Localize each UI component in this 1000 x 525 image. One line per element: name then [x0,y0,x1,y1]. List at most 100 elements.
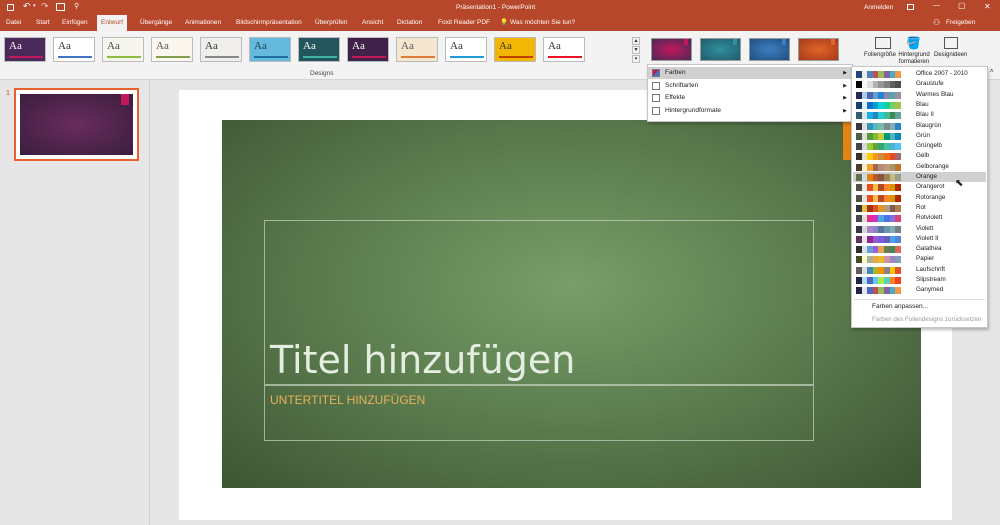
variants-menu-label: Schriftarten [665,81,699,89]
variant-thumbnail[interactable] [651,38,692,61]
tab-uebergaenge[interactable]: Übergänge [140,15,172,31]
color-scheme-item[interactable]: Violett [853,224,986,234]
color-swatch [856,287,901,295]
swatch-cell [895,101,901,109]
variant-thumbnail[interactable] [700,38,741,61]
design-ideas-icon [944,37,958,49]
variant-accent [831,39,835,45]
theme-thumbnail[interactable]: Aa [4,37,46,62]
gallery-scroll-up-icon[interactable]: ▲ [632,37,640,45]
tell-me-input[interactable]: Was möchten Sie tun? [510,15,575,31]
theme-thumbnail[interactable]: Aa [200,37,242,62]
color-swatch [856,122,901,130]
theme-thumbnail[interactable]: Aa [494,37,536,62]
variant-thumbnail[interactable] [749,38,790,61]
undo-dropdown-icon[interactable]: ▾ [33,3,36,9]
color-swatch [856,225,901,233]
share-button[interactable]: Freigeben [946,15,975,31]
color-scheme-name: Orangerot [916,183,945,191]
color-swatch [856,194,901,202]
colors-icon [652,69,660,77]
theme-thumbnail[interactable]: Aa [249,37,291,62]
tab-einfuegen[interactable]: Einfügen [62,15,88,31]
tab-animationen[interactable]: Animationen [185,15,221,31]
color-scheme-item[interactable]: Orange [853,172,986,183]
color-scheme-item[interactable]: Grüngelb [853,141,986,151]
swatch-cell [895,235,901,243]
color-scheme-item[interactable]: Blau [853,100,986,110]
color-scheme-item[interactable]: Ganymed [853,285,986,295]
swatch-cell [895,122,901,130]
color-scheme-item[interactable]: Blau II [853,110,986,120]
swatch-cell [895,287,901,295]
tab-bildschirmpraesentation[interactable]: Bildschirmpräsentation [236,15,302,31]
variants-menu-item[interactable]: Farben ▶ [648,67,852,79]
effects-icon [652,94,660,102]
color-scheme-item[interactable]: Rotviolett [853,213,986,223]
theme-thumbnail[interactable]: Aa [151,37,193,62]
variants-menu-item[interactable]: Schriftarten ▶ [648,80,852,92]
gallery-scroll-down-icon[interactable]: ▼ [632,46,640,54]
maximize-button[interactable]: ▢ [958,1,966,10]
color-swatch [856,256,901,264]
tab-entwurf[interactable]: Entwurf [97,15,128,31]
color-scheme-item[interactable]: Orangerot [853,182,986,192]
theme-thumbnail[interactable]: Aa [102,37,144,62]
save-icon[interactable] [7,4,14,11]
subtitle-placeholder[interactable]: UNTERTITEL HINZUFÜGEN [264,385,814,441]
tab-datei[interactable]: Datei [6,15,21,31]
variants-menu-item[interactable]: Hintergrundformate ▶ [648,105,852,117]
tab-foxit[interactable]: Foxit Reader PDF [438,15,490,31]
person-icon: ⚇ [933,18,941,27]
color-scheme-item[interactable]: Slipstream [853,275,986,285]
gallery-more-icon[interactable]: ▾ [632,55,640,63]
theme-thumbnail[interactable]: Aa [53,37,95,62]
title-placeholder[interactable]: Titel hinzufügen [264,220,814,385]
swatch-cell [895,153,901,161]
color-scheme-item[interactable]: Rotorange [853,193,986,203]
slide-thumbnail[interactable] [14,88,139,161]
color-scheme-item[interactable]: Galathea [853,244,986,254]
collapse-ribbon-icon[interactable]: ˄ [990,69,994,75]
minimize-button[interactable]: — [933,2,940,9]
color-scheme-item[interactable]: Rot [853,203,986,213]
color-scheme-name: Gelb [916,152,930,160]
swatch-cell [895,277,901,284]
variant-thumbnail[interactable] [798,38,839,61]
color-swatch [856,91,901,99]
color-scheme-item[interactable]: Gelb [853,151,986,161]
theme-thumbnail[interactable]: Aa [347,37,389,62]
ribbon-display-icon[interactable] [907,4,914,10]
color-scheme-item[interactable]: Papier [853,254,986,264]
close-button[interactable]: ✕ [984,2,991,11]
color-scheme-item[interactable]: Graustufe [853,79,986,89]
redo-icon[interactable]: ↷ [41,1,49,12]
theme-thumbnail[interactable]: Aa [298,37,340,62]
signin-link[interactable]: Anmelden [864,4,893,11]
tab-start[interactable]: Start [36,15,50,31]
theme-thumbnail[interactable]: Aa [445,37,487,62]
theme-accent-bar [58,56,92,58]
theme-thumbnail[interactable]: Aa [396,37,438,62]
color-scheme-item[interactable]: Warmes Blau [853,90,986,100]
thumbnail-accent [121,94,129,105]
color-scheme-item[interactable]: Laufschrift [853,265,986,275]
tab-ueberpruefen[interactable]: Überprüfen [315,15,348,31]
color-scheme-item[interactable]: Gelborange [853,162,986,172]
color-scheme-item[interactable]: Blaugrün [853,121,986,131]
customize-icon[interactable]: ⚲ [74,2,79,10]
color-scheme-name: Ganymed [916,286,944,294]
swatch-cell [895,194,901,202]
present-icon[interactable] [56,3,65,11]
theme-accent-bar [499,56,533,58]
tab-ansicht[interactable]: Ansicht [362,15,383,31]
tab-dictation[interactable]: Dictation [397,15,422,31]
customize-colors-item[interactable]: Farben anpassen... [872,303,928,310]
theme-accent-bar [9,56,43,58]
theme-thumbnail[interactable]: Aa [543,37,585,62]
undo-icon[interactable]: ↶ [23,1,31,12]
color-scheme-item[interactable]: Office 2007 - 2010 [853,69,986,79]
color-scheme-item[interactable]: Violett II [853,234,986,244]
variants-menu-item[interactable]: Effekte ▶ [648,92,852,104]
color-scheme-item[interactable]: Grün [853,131,986,141]
